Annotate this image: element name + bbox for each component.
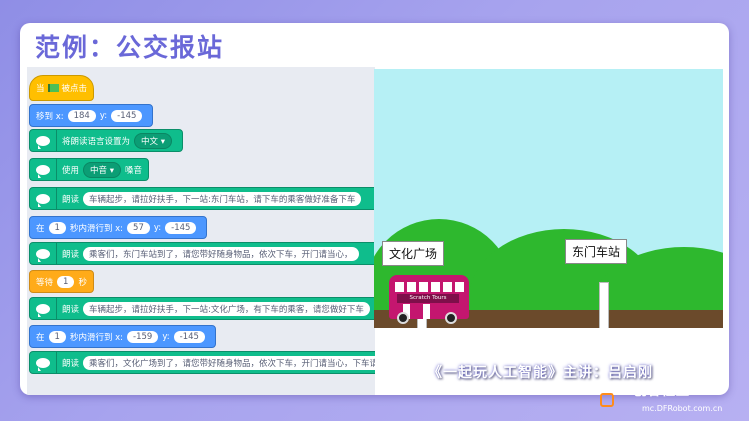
tts-icon — [30, 159, 57, 180]
x-value-input[interactable]: 57 — [127, 221, 150, 234]
seconds-input[interactable]: 1 — [48, 330, 66, 343]
wheel — [445, 312, 457, 324]
block-label: 朗读 — [62, 304, 80, 315]
scratch-script-area[interactable]: 当 被点击 移到 x: 184 y: -145 将朗读语言设置为 中文 使用 中… — [27, 67, 375, 395]
goto-xy-block[interactable]: 移到 x: 184 y: -145 — [29, 104, 154, 127]
block-label: 秒内滑行到 x: — [69, 332, 124, 343]
speak-text-input[interactable]: 乘客们，文化广场到了，请您带好随身物品，依次下车，开门请当心，下车请注意安全 — [83, 355, 375, 370]
slide-card: 范例：公交报站 当 被点击 移到 x: 184 y: -145 将朗读语言设置为… — [20, 23, 729, 395]
green-flag-icon — [47, 84, 59, 92]
speak-block-1[interactable]: 朗读 车辆起步，请拉好扶手，下一站:东门车站，请下车的乘客做好准备下车 — [29, 187, 375, 210]
y-value-input[interactable]: -145 — [173, 330, 205, 343]
speak-text-input[interactable]: 车辆起步，请拉好扶手，下一站:东门车站，请下车的乘客做好准备下车 — [83, 191, 362, 206]
speak-text-input[interactable]: 乘客们，东门车站到了，请您带好随身物品，依次下车，开门请当心， — [83, 246, 359, 261]
x-value-input[interactable]: 184 — [67, 109, 96, 122]
block-label: 在 — [36, 223, 45, 234]
wheel — [397, 312, 409, 324]
set-language-block[interactable]: 将朗读语言设置为 中文 — [29, 129, 183, 152]
tts-icon — [30, 188, 57, 209]
block-label: 朗读 — [62, 249, 80, 260]
tts-icon — [30, 298, 57, 319]
bus-sprite[interactable]: Scratch Tours — [389, 275, 469, 324]
block-label: y: — [162, 331, 170, 342]
scratch-stage[interactable]: 文化广场 东门车站 Scratch Tours — [374, 69, 723, 328]
x-value-input[interactable]: -159 — [127, 330, 159, 343]
block-label: 在 — [36, 332, 45, 343]
brand-url: mc.DFRobot.com.cn — [642, 404, 723, 413]
sign-pole — [599, 282, 609, 328]
when-label: 当 — [36, 84, 45, 94]
course-credit: 《一起玩人工智能》主讲：吕启刚 — [428, 365, 653, 381]
tts-icon — [30, 243, 57, 264]
glide-block-1[interactable]: 在 1 秒内滑行到 x: 57 y: -145 — [29, 216, 208, 239]
stop-sign-east-gate: 东门车站 — [565, 239, 628, 264]
brand-name: DF创客社区 — [612, 383, 690, 399]
block-label: 秒 — [78, 277, 87, 288]
block-label: 嗓音 — [125, 165, 143, 176]
speak-text-input[interactable]: 车辆起步，请拉好扶手，下一站:文化广场，有下车的乘客，请您做好下车 — [83, 301, 370, 316]
stop-sign-cultural-square: 文化广场 — [382, 241, 445, 266]
slide-title: 范例：公交报站 — [35, 33, 225, 62]
block-label: y: — [153, 222, 162, 233]
wait-block[interactable]: 等待 1 秒 — [29, 270, 94, 293]
y-value-input[interactable]: -145 — [165, 221, 197, 234]
block-label: y: — [99, 110, 108, 121]
glide-block-2[interactable]: 在 1 秒内滑行到 x: -159 y: -145 — [29, 325, 216, 348]
seconds-input[interactable]: 1 — [48, 221, 66, 234]
wait-seconds-input[interactable]: 1 — [57, 275, 75, 288]
block-label: 使用 — [62, 165, 80, 176]
speak-block-4[interactable]: 朗读 乘客们，文化广场到了，请您带好随身物品，依次下车，开门请当心，下车请注意安… — [29, 351, 375, 374]
bus-label: Scratch Tours — [397, 294, 459, 303]
speak-block-3[interactable]: 朗读 车辆起步，请拉好扶手，下一站:文化广场，有下车的乘客，请您做好下车 — [29, 297, 375, 320]
language-dropdown[interactable]: 中文 — [134, 132, 172, 149]
block-label: 等待 — [36, 277, 54, 288]
clicked-label: 被点击 — [61, 84, 88, 94]
block-label: 移到 x: — [36, 111, 64, 122]
block-label: 朗读 — [62, 194, 80, 205]
set-voice-block[interactable]: 使用 中音 嗓音 — [29, 158, 150, 181]
speak-block-2[interactable]: 朗读 乘客们，东门车站到了，请您带好随身物品，依次下车，开门请当心， — [29, 242, 375, 265]
tts-icon — [30, 130, 57, 151]
y-value-input[interactable]: -145 — [111, 109, 143, 122]
block-label: 将朗读语言设置为 — [62, 136, 131, 147]
block-label: 朗读 — [62, 358, 80, 369]
voice-dropdown[interactable]: 中音 — [83, 161, 121, 178]
when-flag-clicked-block[interactable]: 当 被点击 — [29, 75, 95, 101]
block-label: 秒内滑行到 x: — [69, 223, 124, 234]
tts-icon — [30, 352, 57, 373]
